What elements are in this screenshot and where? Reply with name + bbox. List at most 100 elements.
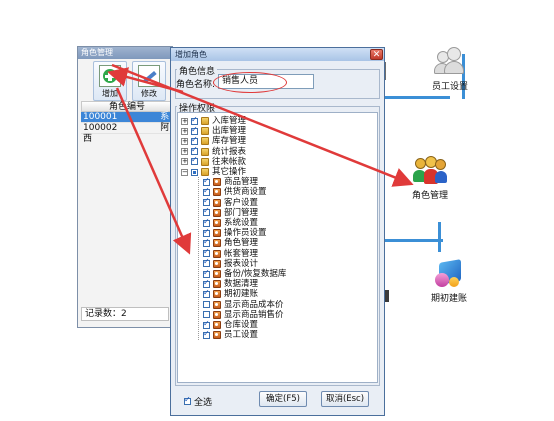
checkbox-icon[interactable] — [191, 168, 198, 176]
checkbox-icon[interactable] — [203, 257, 210, 268]
connector-line — [438, 222, 441, 252]
cancel-button[interactable]: 取消(Esc) — [321, 391, 369, 407]
ok-button[interactable]: 确定(F5) — [259, 391, 307, 407]
role-table: 角色编号 100001 系统 100002 阿西 — [81, 101, 173, 144]
checkbox-icon[interactable] — [203, 311, 210, 319]
permission-icon — [213, 198, 221, 207]
checkbox-icon[interactable] — [203, 247, 210, 258]
tree-node-label: 期初建账 — [224, 289, 259, 300]
window-title: 角色管理 — [78, 47, 172, 59]
checkbox-icon[interactable] — [203, 329, 210, 339]
tree-node-label: 显示商品销售价 — [224, 309, 284, 320]
close-button[interactable]: ✕ — [370, 49, 383, 60]
tree-node-label: 客户设置 — [224, 197, 259, 208]
tree-node-label: 员工设置 — [224, 330, 259, 341]
tree-node-label: 备份/恢复数据库 — [224, 269, 287, 279]
table-row[interactable]: 100002 阿西 — [81, 123, 173, 144]
books-icon — [433, 259, 465, 289]
tree-node-label: 角色管理 — [224, 238, 259, 249]
table-row[interactable]: 100001 系统 — [81, 112, 173, 133]
record-count: 记录数：2 — [81, 307, 169, 321]
employee-settings-shortcut[interactable]: 员工设置 — [415, 47, 485, 92]
tree-node-label: 商品管理 — [224, 177, 259, 188]
role-name-input[interactable]: 销售人员 — [218, 74, 314, 89]
permission-icon — [213, 208, 221, 217]
tree-node-label: 帐套管理 — [224, 248, 259, 259]
tree-node[interactable]: 员工设置 — [193, 329, 259, 341]
role-management-window: 角色管理 增加 修改 角色编号 100001 系统 100002 阿西 记录数：… — [77, 46, 173, 328]
edit-button[interactable]: 修改 — [132, 61, 166, 101]
select-all-label: 全选 — [194, 398, 213, 408]
tree-node-label: 仓库设置 — [224, 320, 259, 330]
checkbox-icon[interactable] — [203, 268, 210, 278]
checkbox-icon[interactable] — [203, 206, 210, 217]
role-info-title: 角色信息 — [177, 64, 218, 77]
expand-icon[interactable]: + — [181, 117, 188, 125]
folder-icon — [201, 117, 209, 125]
checkbox-icon[interactable] — [191, 125, 198, 135]
expand-icon[interactable]: + — [181, 127, 188, 135]
tree-node[interactable]: 期初建账 — [193, 288, 259, 300]
permission-icon — [213, 331, 221, 340]
tree-node-label: 出库管理 — [212, 126, 247, 137]
checkbox-icon[interactable] — [203, 288, 210, 298]
edit-label: 修改 — [141, 89, 157, 98]
permission-icon — [213, 300, 221, 309]
tree-node-label: 数据清理 — [224, 279, 259, 290]
checkbox-icon[interactable] — [203, 301, 210, 309]
checkbox-icon — [184, 395, 191, 405]
role-management-shortcut[interactable]: 角色管理 — [395, 156, 465, 201]
permission-icon — [213, 249, 221, 258]
folder-icon — [201, 147, 209, 156]
add-icon — [99, 65, 121, 87]
folder-icon — [201, 157, 209, 166]
connector-line — [380, 96, 450, 99]
tree-node-label: 入库管理 — [212, 116, 247, 126]
expand-icon[interactable]: + — [181, 137, 188, 145]
tree-node-label: 其它操作 — [212, 167, 247, 177]
checkbox-icon[interactable] — [191, 155, 198, 166]
add-role-dialog: 增加角色 ✕ 角色信息 角色名称: 销售人员 操作权限 +入库管理+出库管理+库… — [170, 47, 385, 416]
tree-node[interactable]: + 往来帐款 — [181, 155, 246, 167]
checkbox-icon[interactable] — [191, 115, 198, 125]
tree-node[interactable]: 显示商品成本价 — [193, 300, 284, 310]
tree-node-label: 部门管理 — [224, 207, 259, 218]
collapse-icon[interactable]: − — [181, 168, 188, 176]
permission-icon — [213, 321, 221, 329]
shortcut-label: 角色管理 — [411, 191, 448, 201]
checkbox-icon[interactable] — [203, 278, 210, 288]
checkbox-icon[interactable] — [203, 186, 210, 196]
permission-icon — [213, 188, 221, 197]
permission-icon — [213, 239, 221, 248]
permission-icon — [213, 270, 221, 278]
permission-icon — [213, 219, 221, 227]
checkbox-icon[interactable] — [191, 135, 198, 145]
initial-setup-shortcut[interactable]: 期初建账 — [414, 259, 484, 304]
select-all-checkbox[interactable]: 全选 — [184, 395, 212, 408]
connector-line — [383, 239, 443, 242]
checkbox-icon[interactable] — [203, 217, 210, 227]
add-button[interactable]: 增加 — [93, 61, 127, 101]
dialog-title: 增加角色 — [175, 50, 207, 59]
tree-node-label: 供货商设置 — [224, 187, 267, 198]
permission-icon — [213, 310, 221, 319]
checkbox-icon[interactable] — [203, 319, 210, 329]
permission-icon — [213, 259, 221, 268]
dialog-titlebar: 增加角色 ✕ — [171, 48, 384, 61]
checkbox-icon[interactable] — [191, 145, 198, 156]
checkbox-icon[interactable] — [203, 227, 210, 237]
role-code: 100002 — [83, 123, 118, 133]
expand-icon[interactable]: + — [181, 148, 188, 156]
folder-icon — [201, 137, 209, 146]
shortcut-label: 员工设置 — [431, 82, 468, 92]
tree-node-label: 系统设置 — [224, 218, 259, 228]
tree-node-label: 报表设计 — [224, 258, 259, 269]
checkbox-icon[interactable] — [203, 196, 210, 207]
tree-guide-line — [198, 177, 199, 341]
expand-icon[interactable]: + — [181, 158, 188, 166]
users-icon — [433, 47, 467, 77]
permission-tree[interactable]: + 入库管理 + 出库管理 + 库存管理 + 统计报表 + 往来帐款 − 其它操作商品管理供货商设置客… — [177, 112, 378, 383]
tree-node[interactable]: − 其它操作 — [181, 167, 246, 177]
checkbox-icon[interactable] — [203, 237, 210, 247]
checkbox-icon[interactable] — [203, 176, 210, 186]
